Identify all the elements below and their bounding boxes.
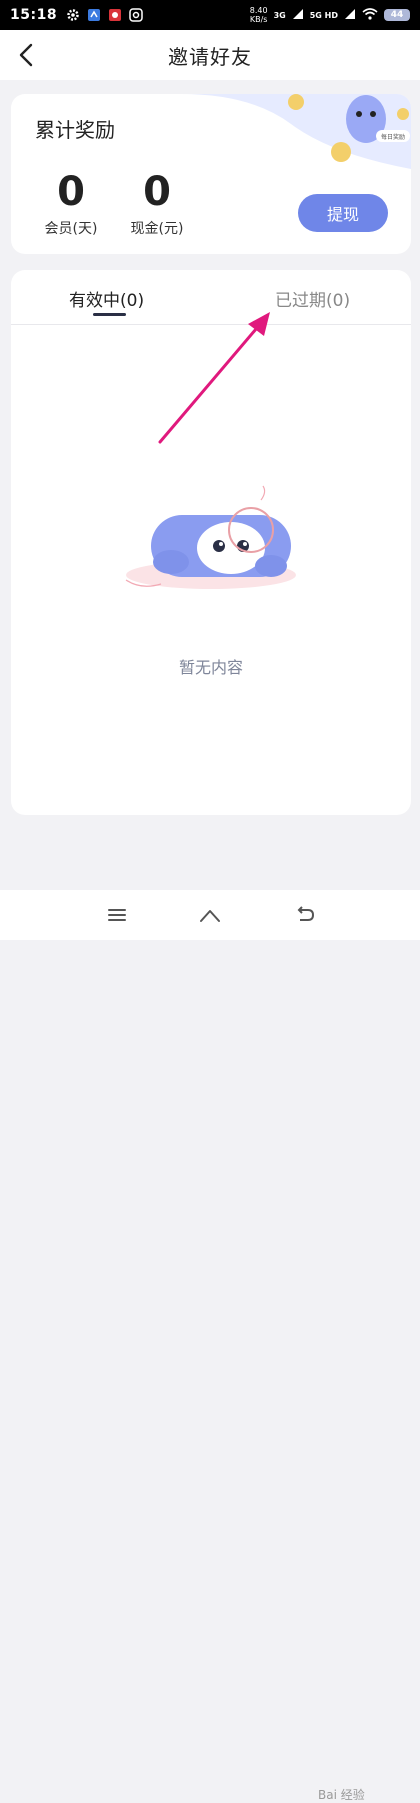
reward-banner-illustration: 每日奖励 bbox=[181, 94, 411, 169]
home-button[interactable] bbox=[198, 904, 220, 926]
member-days-label: 会员(天) bbox=[44, 221, 98, 237]
signal-icon bbox=[292, 8, 304, 23]
annotation-arrow-icon bbox=[158, 312, 270, 444]
page-title: 邀请好友 bbox=[168, 44, 252, 69]
back-icon bbox=[297, 906, 315, 921]
status-bar: 15:18 8.40 KB/s 3G 5G HD 44 bbox=[0, 0, 420, 30]
menu-button[interactable] bbox=[106, 904, 128, 926]
watermark-text: Bai 经验 bbox=[318, 1788, 365, 1802]
cash-stat: 0 现金(元) bbox=[126, 170, 188, 238]
member-days-stat: 0 会员(天) bbox=[41, 170, 101, 238]
tab-expired[interactable]: 已过期(0) bbox=[275, 286, 350, 311]
status-time: 15:18 bbox=[10, 7, 58, 23]
signal-5g: 5G HD bbox=[309, 10, 338, 20]
wifi-icon bbox=[362, 7, 378, 23]
empty-state-illustration bbox=[125, 485, 296, 589]
app-notification-icon-red bbox=[107, 7, 123, 23]
back-button[interactable] bbox=[14, 42, 40, 68]
cash-label: 现金(元) bbox=[130, 221, 184, 237]
member-days-value: 0 bbox=[57, 169, 85, 215]
camera-app-icon bbox=[128, 7, 144, 23]
menu-icon bbox=[108, 909, 126, 921]
home-icon bbox=[200, 910, 220, 922]
app-notification-icon bbox=[86, 7, 102, 23]
withdraw-button[interactable]: 提现 bbox=[298, 194, 388, 232]
signal-3g: 3G bbox=[273, 10, 286, 20]
tab-indicator bbox=[93, 313, 126, 316]
empty-state-text: 暂无内容 bbox=[178, 658, 243, 677]
chevron-left-icon bbox=[19, 43, 33, 67]
network-speed: 8.40 KB/s bbox=[250, 6, 268, 24]
tab-active[interactable]: 有效中(0) bbox=[69, 286, 144, 311]
back-nav-button[interactable] bbox=[294, 904, 316, 926]
speed-unit: KB/s bbox=[249, 15, 268, 24]
reward-title: 累计奖励 bbox=[35, 118, 115, 142]
speed-value: 8.40 bbox=[249, 6, 268, 15]
reward-card: 每日奖励 累计奖励 0 会员(天) 0 现金(元) 提现 bbox=[11, 94, 411, 254]
battery-icon: 44 bbox=[384, 9, 410, 21]
banner-badge: 每日奖励 bbox=[381, 133, 405, 141]
cash-value: 0 bbox=[143, 169, 171, 215]
signal-icon-2 bbox=[344, 8, 356, 23]
page-header: 邀请好友 bbox=[0, 30, 420, 80]
system-nav-bar: Bai 经验 bbox=[0, 890, 420, 1802]
settings-icon bbox=[65, 7, 81, 23]
